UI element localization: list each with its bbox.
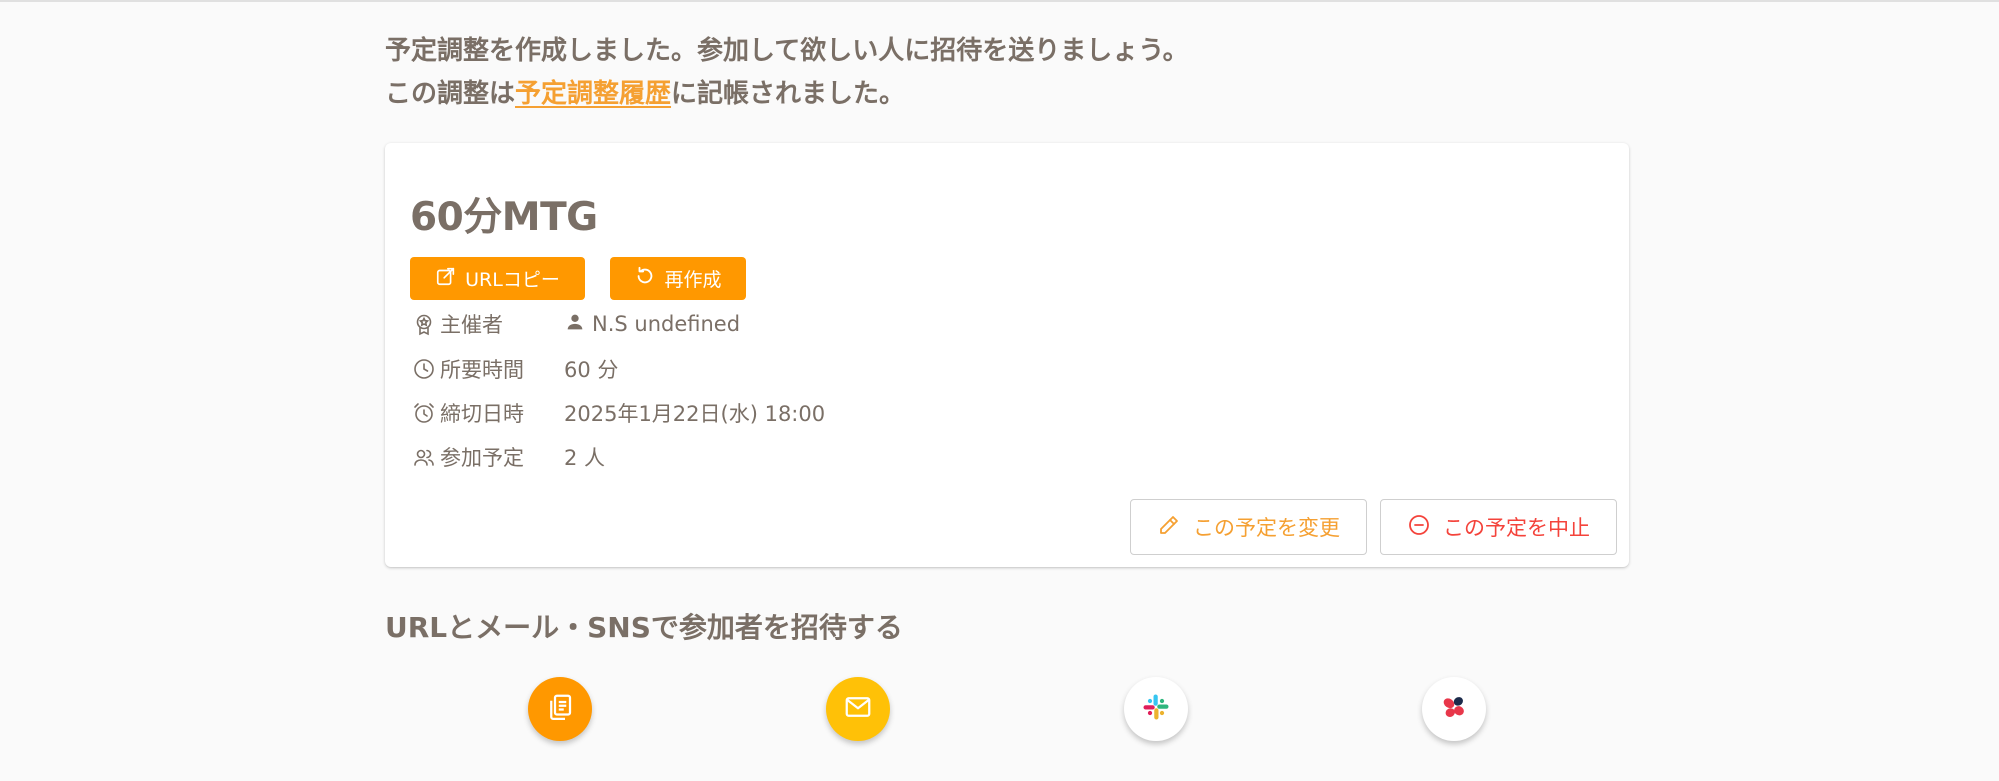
alarm-icon xyxy=(412,401,436,425)
organizer-label: 主催者 xyxy=(440,313,503,337)
link-copy-icon xyxy=(435,265,457,292)
cancel-event-label: この予定を中止 xyxy=(1443,516,1590,540)
event-card: 60分MTG URLコピー 再作成 主催者 N.S undefined 所要時間… xyxy=(385,143,1629,567)
copy-url-share-button[interactable] xyxy=(528,677,592,741)
clock-icon xyxy=(412,357,436,381)
pencil-icon xyxy=(1157,513,1181,542)
slack-share-button[interactable] xyxy=(1124,677,1188,741)
duration-row: 所要時間 60 分 xyxy=(412,354,618,384)
organizer-name: N.S undefined xyxy=(592,312,741,336)
organizer-value: N.S undefined xyxy=(564,311,740,338)
url-copy-label: URLコピー xyxy=(465,269,560,291)
duration-label: 所要時間 xyxy=(440,358,524,382)
main-content: 予定調整を作成しました。参加して欲しい人に招待を送りましょう。 この調整は予定調… xyxy=(385,30,1629,741)
deadline-row: 締切日時 2025年1月22日(水) 18:00 xyxy=(412,398,825,428)
duration-value: 60 分 xyxy=(564,358,619,382)
cancel-event-button[interactable]: この予定を中止 xyxy=(1380,499,1617,555)
intro-message: 予定調整を作成しました。参加して欲しい人に招待を送りましょう。 この調整は予定調… xyxy=(385,30,1629,116)
top-divider xyxy=(0,0,1999,2)
recreate-label: 再作成 xyxy=(664,269,722,291)
url-copy-button[interactable]: URLコピー xyxy=(410,257,585,300)
award-icon xyxy=(412,312,436,336)
refresh-icon xyxy=(634,265,656,292)
participants-row: 参加予定 2 人 xyxy=(412,442,605,472)
change-event-button[interactable]: この予定を変更 xyxy=(1130,499,1367,555)
invite-section-title: URLとメール・SNSで参加者を招待する xyxy=(385,611,903,644)
intro-line-1: 予定調整を作成しました。参加して欲しい人に招待を送りましょう。 xyxy=(385,36,1189,66)
app-icon xyxy=(1439,692,1469,726)
app-share-button[interactable] xyxy=(1422,677,1486,741)
deadline-label: 締切日時 xyxy=(440,402,524,426)
recreate-button[interactable]: 再作成 xyxy=(610,257,746,300)
copy-icon xyxy=(545,692,575,726)
schedule-history-link[interactable]: 予定調整履歴 xyxy=(515,79,671,109)
group-icon xyxy=(412,445,436,469)
deadline-value: 2025年1月22日(水) 18:00 xyxy=(564,402,826,426)
mail-share-button[interactable] xyxy=(826,677,890,741)
change-event-label: この予定を変更 xyxy=(1193,516,1340,540)
minus-circle-icon xyxy=(1407,513,1431,542)
participants-label: 参加予定 xyxy=(440,446,524,470)
intro-line-2-prefix: この調整は xyxy=(385,79,516,109)
intro-line-2: この調整は予定調整履歴に記帳されました。 xyxy=(385,73,1629,116)
intro-line-2-suffix: に記帳されました。 xyxy=(671,79,906,109)
participants-value: 2 人 xyxy=(564,446,606,470)
organizer-row: 主催者 N.S undefined xyxy=(412,309,740,339)
mail-icon xyxy=(843,692,873,726)
slack-icon xyxy=(1141,692,1171,726)
event-title: 60分MTG xyxy=(410,195,598,240)
person-icon xyxy=(564,311,586,338)
